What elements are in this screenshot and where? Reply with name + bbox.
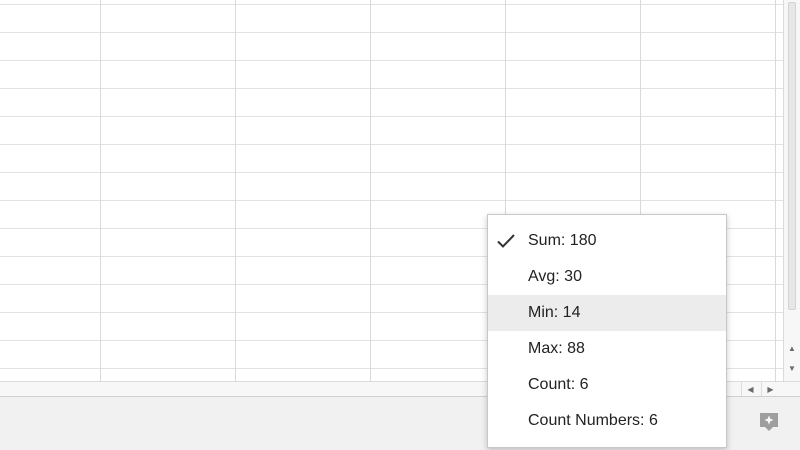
column-line xyxy=(100,0,101,381)
menu-item-avg[interactable]: Avg: 30 xyxy=(488,259,726,295)
spreadsheet-window: ▲ ▼ ◀ ▶ Sum: 180 Avg: 30 Min: 14 Max: 88… xyxy=(0,0,800,450)
scroll-right-button[interactable]: ▶ xyxy=(761,382,779,396)
menu-item-sum[interactable]: Sum: 180 xyxy=(488,223,726,259)
menu-item-min[interactable]: Min: 14 xyxy=(488,295,726,331)
menu-item-label: Sum: 180 xyxy=(528,232,597,249)
menu-item-label: Count: 6 xyxy=(528,376,589,393)
scroll-left-button[interactable]: ◀ xyxy=(741,382,759,396)
row-line xyxy=(0,144,783,145)
vertical-scroll-thumb[interactable] xyxy=(788,2,796,310)
summary-stats-menu: Sum: 180 Avg: 30 Min: 14 Max: 88 Count: … xyxy=(487,214,727,448)
row-line xyxy=(0,172,783,173)
scroll-down-button[interactable]: ▼ xyxy=(784,360,800,376)
row-line xyxy=(0,88,783,89)
menu-item-label: Min: 14 xyxy=(528,304,581,321)
menu-item-count-numbers[interactable]: Count Numbers: 6 xyxy=(488,403,726,439)
row-line xyxy=(0,32,783,33)
arrow-down-icon: ▼ xyxy=(788,363,796,373)
arrow-up-icon: ▲ xyxy=(788,343,796,353)
explore-icon xyxy=(760,413,778,431)
row-line xyxy=(0,200,783,201)
arrow-left-icon: ◀ xyxy=(747,384,754,394)
explore-button[interactable] xyxy=(755,408,783,436)
row-line xyxy=(0,116,783,117)
row-line xyxy=(0,4,783,5)
menu-item-label: Count Numbers: 6 xyxy=(528,412,658,429)
scroll-up-button[interactable]: ▲ xyxy=(784,340,800,356)
column-line xyxy=(370,0,371,381)
menu-item-label: Max: 88 xyxy=(528,340,585,357)
column-line xyxy=(775,0,776,381)
row-line xyxy=(0,60,783,61)
menu-item-count[interactable]: Count: 6 xyxy=(488,367,726,403)
column-line xyxy=(235,0,236,381)
menu-item-max[interactable]: Max: 88 xyxy=(488,331,726,367)
vertical-scrollbar[interactable]: ▲ ▼ xyxy=(783,0,800,381)
arrow-right-icon: ▶ xyxy=(767,384,774,394)
menu-item-label: Avg: 30 xyxy=(528,268,582,285)
check-icon xyxy=(497,234,515,248)
